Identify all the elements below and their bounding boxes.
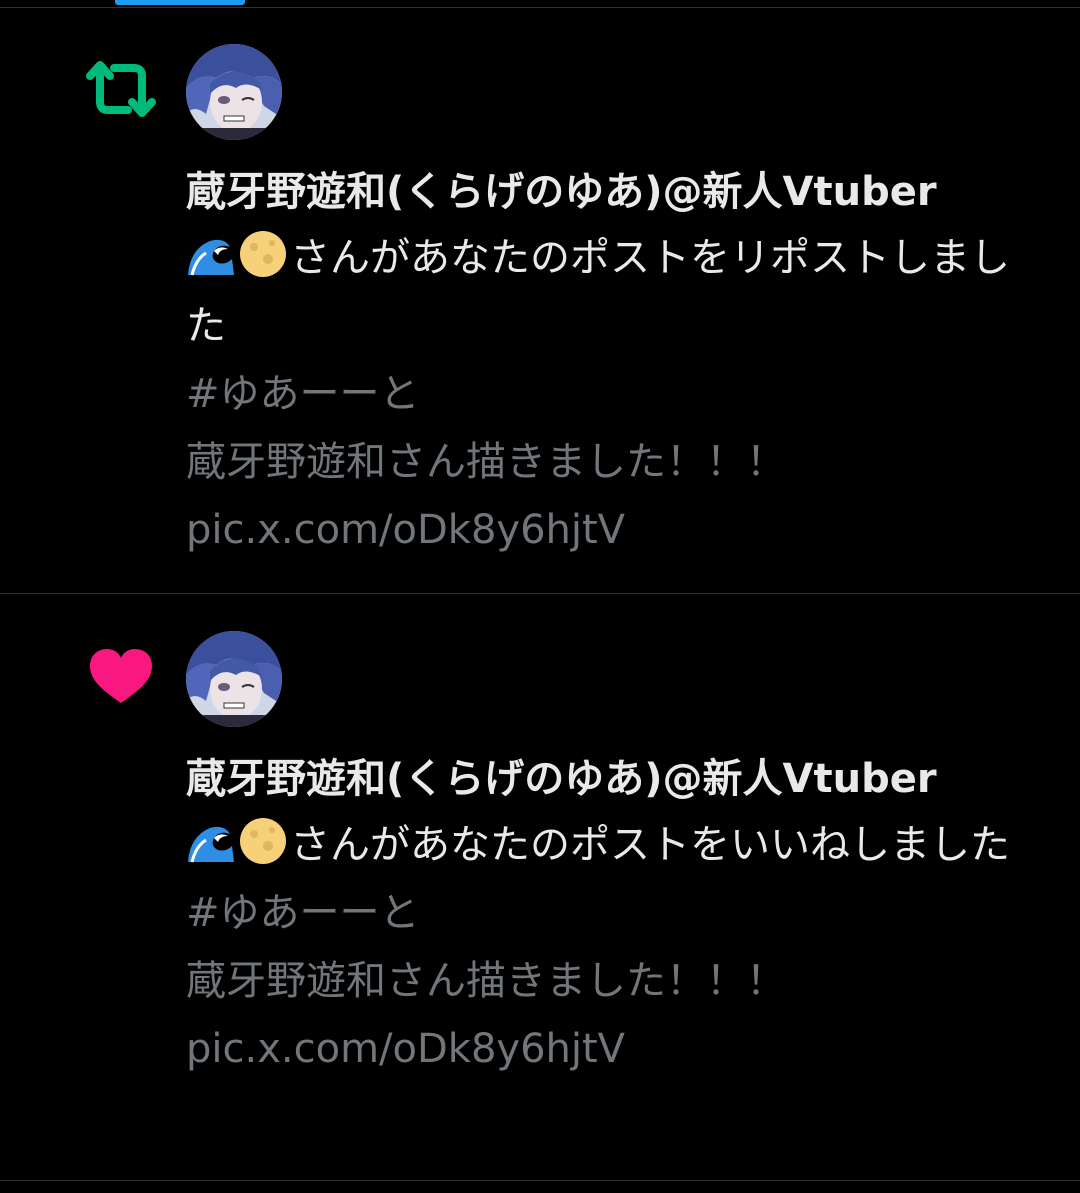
active-tab-indicator xyxy=(115,0,245,5)
excerpt-link: pic.x.com/oDk8y6hjtV xyxy=(186,1026,626,1072)
message-text: さんがあなたのポストをリポストしました xyxy=(186,235,1010,349)
post-excerpt[interactable]: #ゆあーーと 蔵牙野遊和さん描きました！！！ pic.x.com/oDk8y6h… xyxy=(186,360,1046,564)
excerpt-hashtag: #ゆあーーと xyxy=(186,371,420,417)
post-excerpt[interactable]: #ゆあーーと 蔵牙野遊和さん描きました！！！ pic.x.com/oDk8y6h… xyxy=(186,879,1046,1083)
repost-icon xyxy=(86,61,156,117)
heart-icon xyxy=(90,649,152,703)
notification-repost[interactable]: 蔵牙野遊和(くらげのゆあ)@新人Vtuber さんがあなたのポストをリポストしま… xyxy=(0,8,1080,594)
excerpt-text: 蔵牙野遊和さん描きました！！！ xyxy=(186,439,786,485)
notification-message: さんがあなたのポストをリポストしました xyxy=(186,224,1046,360)
moon-emoji xyxy=(240,818,286,864)
message-text: さんがあなたのポストをいいねしました xyxy=(290,822,1010,868)
notification-like[interactable]: 蔵牙野遊和(くらげのゆあ)@新人Vtuber さんがあなたのポストをいいねしまし… xyxy=(0,595,1080,1181)
moon-emoji xyxy=(240,231,286,277)
notification-content: 蔵牙野遊和(くらげのゆあ)@新人Vtuber さんがあなたのポストをいいねしまし… xyxy=(186,747,1046,1083)
avatar[interactable] xyxy=(186,631,282,727)
excerpt-hashtag: #ゆあーーと xyxy=(186,890,420,936)
excerpt-text: 蔵牙野遊和さん描きました！！！ xyxy=(186,958,786,1004)
author-name[interactable]: 蔵牙野遊和(くらげのゆあ)@新人Vtuber xyxy=(186,747,1046,811)
wave-emoji xyxy=(188,239,234,276)
avatar[interactable] xyxy=(186,44,282,140)
author-name[interactable]: 蔵牙野遊和(くらげのゆあ)@新人Vtuber xyxy=(186,160,1046,224)
wave-emoji xyxy=(188,826,234,863)
excerpt-link: pic.x.com/oDk8y6hjtV xyxy=(186,507,626,553)
notification-content: 蔵牙野遊和(くらげのゆあ)@新人Vtuber さんがあなたのポストをリポストしま… xyxy=(186,160,1046,564)
notification-message: さんがあなたのポストをいいねしました xyxy=(186,811,1046,879)
